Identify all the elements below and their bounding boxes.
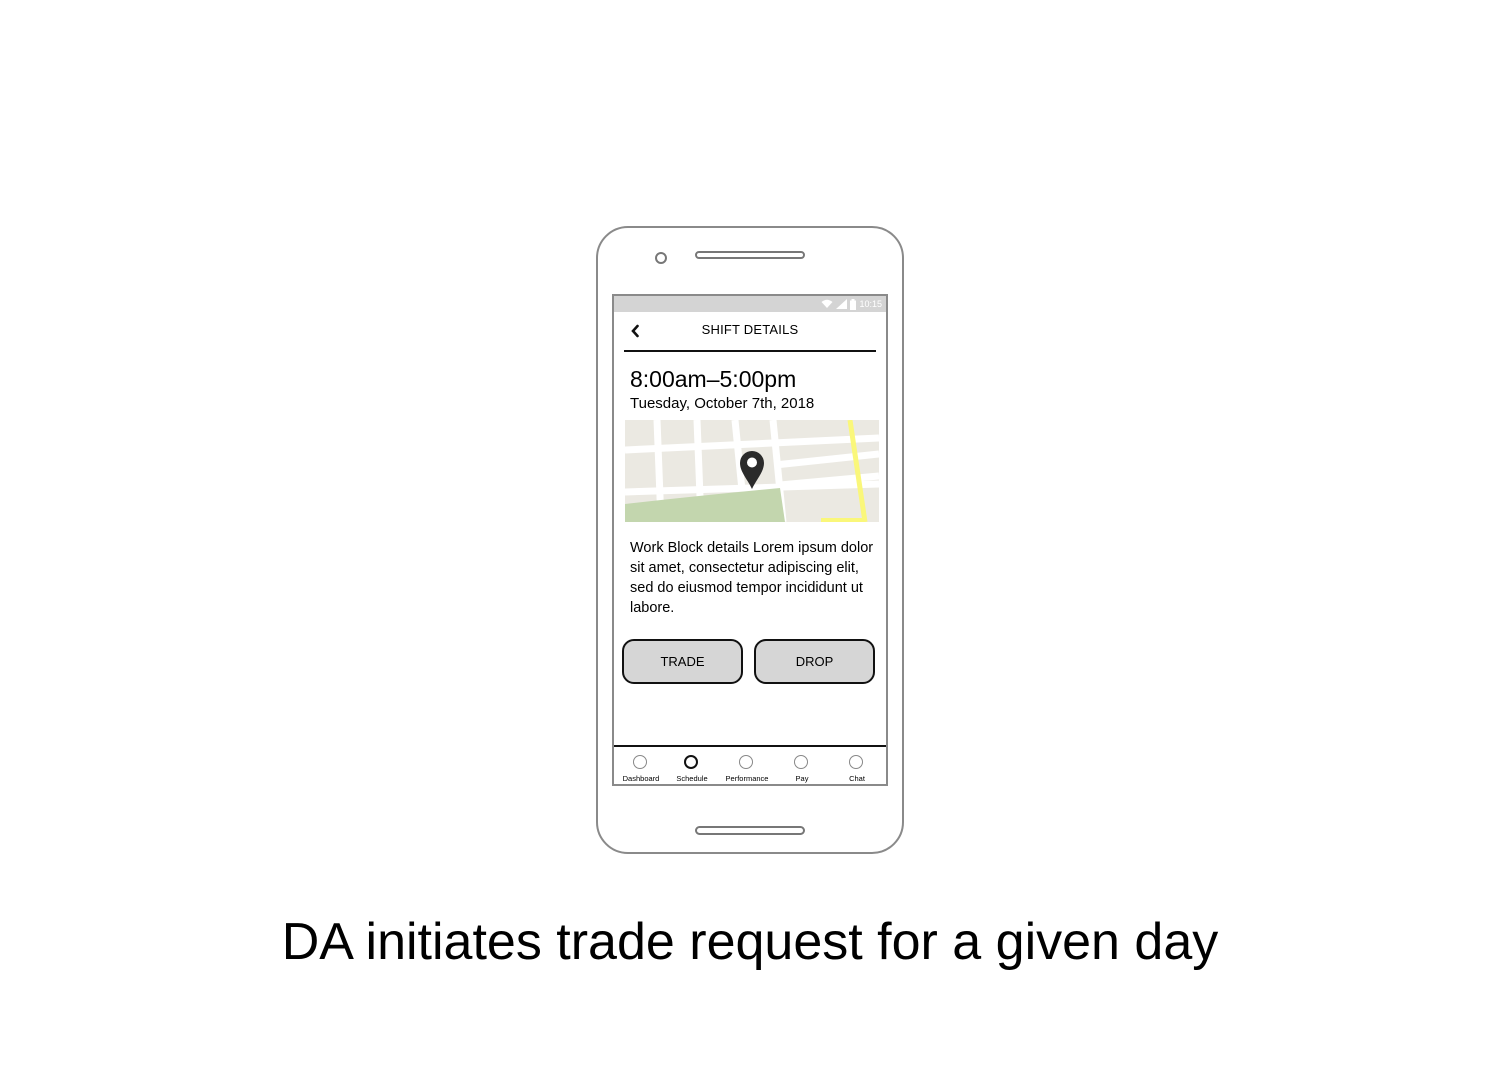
schedule-icon bbox=[684, 755, 698, 769]
location-map[interactable] bbox=[625, 420, 879, 522]
status-time: 10:15 bbox=[859, 299, 882, 309]
chat-icon bbox=[849, 755, 863, 769]
app-header: SHIFT DETAILS bbox=[624, 312, 876, 352]
nav-item-performance[interactable]: Performance bbox=[720, 747, 774, 784]
signal-icon bbox=[836, 299, 848, 309]
nav-label-performance: Performance bbox=[725, 774, 769, 783]
phone-frame: 10:15 SHIFT DETAILS 8:00am–5:00pm Tuesda… bbox=[596, 226, 904, 854]
nav-label-dashboard: Dashboard bbox=[622, 774, 660, 783]
front-camera bbox=[655, 252, 667, 264]
nav-item-dashboard[interactable]: Dashboard bbox=[614, 747, 668, 784]
nav-label-pay: Pay bbox=[795, 774, 809, 783]
nav-label-chat: Chat bbox=[849, 774, 865, 783]
shift-date: Tuesday, October 7th, 2018 bbox=[630, 395, 815, 412]
drop-button[interactable]: DROP bbox=[754, 639, 875, 684]
nav-label-schedule: Schedule bbox=[676, 774, 708, 783]
wifi-icon bbox=[821, 299, 833, 308]
home-button[interactable] bbox=[695, 826, 805, 835]
work-block-details: Work Block details Lorem ipsum dolor sit… bbox=[630, 540, 874, 616]
earpiece-speaker bbox=[695, 251, 805, 259]
battery-icon bbox=[850, 298, 857, 310]
dashboard-icon bbox=[633, 755, 647, 769]
page-title: SHIFT DETAILS bbox=[701, 322, 799, 337]
trade-button[interactable]: TRADE bbox=[622, 639, 743, 684]
pay-icon bbox=[794, 755, 808, 769]
map-pin-icon bbox=[740, 451, 764, 489]
nav-item-chat[interactable]: Chat bbox=[830, 747, 884, 784]
phone-screen: 10:15 SHIFT DETAILS 8:00am–5:00pm Tuesda… bbox=[612, 294, 888, 786]
shift-time-range: 8:00am–5:00pm bbox=[630, 366, 797, 392]
nav-item-schedule[interactable]: Schedule bbox=[665, 747, 719, 784]
slide-caption: DA initiates trade request for a given d… bbox=[281, 913, 1219, 971]
bottom-nav: Dashboard Schedule Performance Pay Chat bbox=[614, 745, 886, 784]
nav-item-pay[interactable]: Pay bbox=[775, 747, 829, 784]
performance-icon bbox=[739, 755, 753, 769]
status-bar: 10:15 bbox=[614, 296, 886, 312]
